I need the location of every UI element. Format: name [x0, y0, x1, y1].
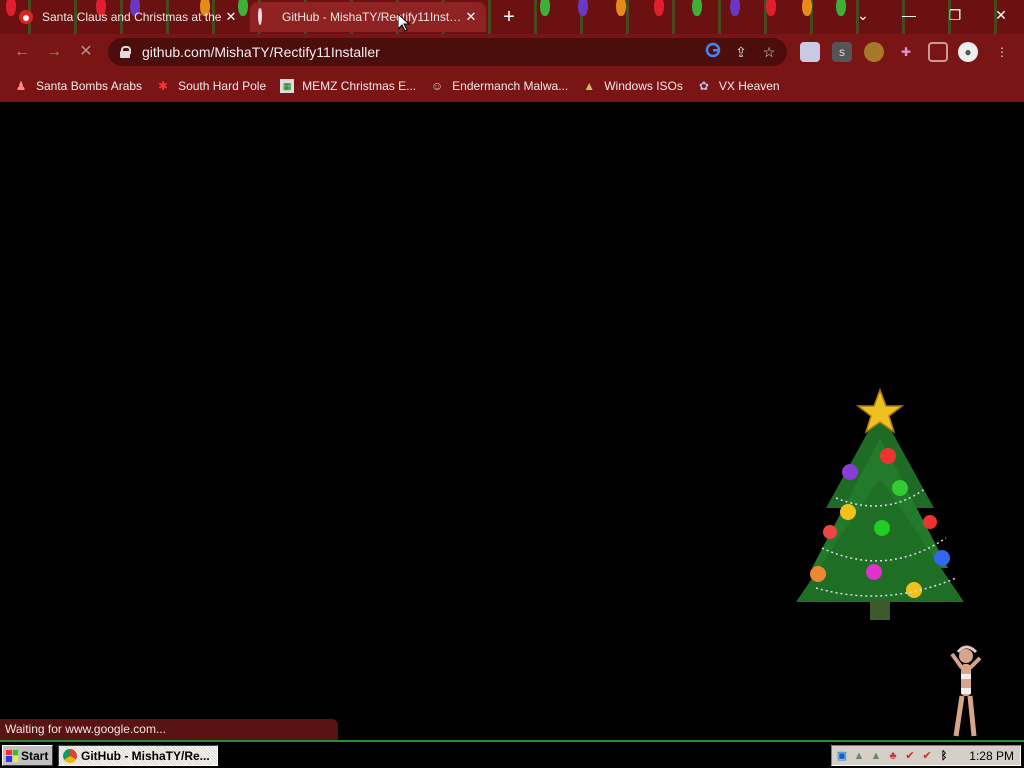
start-label: Start	[21, 748, 49, 763]
taskbar: Start GitHub - MishaTY/Re... ▣ ▲ ▲ ♣ ✔ ✔…	[0, 740, 1024, 768]
tab-github[interactable]: GitHub - MishaTY/Rectify11Installer ✕	[250, 2, 486, 32]
santa-favicon-icon	[18, 9, 34, 25]
bookmark-label: Santa Bombs Arabs	[36, 79, 143, 93]
tab-santa-claus[interactable]: Santa Claus and Christmas at the ✕	[10, 2, 246, 32]
url-text[interactable]: github.com/MishaTY/Rectify11Installer	[142, 44, 703, 60]
extension-s-icon[interactable]: s	[832, 42, 852, 62]
endermanch-icon: ☺	[431, 79, 444, 93]
windows-logo-icon	[6, 749, 18, 762]
loading-spinner-icon	[258, 7, 274, 25]
light-bulb-icon	[692, 0, 702, 16]
dancer-figure-icon	[950, 645, 982, 737]
bookmark-label: VX Heaven	[718, 79, 780, 93]
chrome-icon	[63, 748, 77, 763]
bookmark-star-icon[interactable]: ☆	[759, 42, 779, 62]
bookmark-windows-isos[interactable]: ▲ Windows ISOs	[582, 79, 683, 93]
taskbar-item-chrome[interactable]: GitHub - MishaTY/Re...	[58, 745, 218, 766]
volume-tray-icon[interactable]: ᛒ	[937, 749, 951, 763]
santa-tray-icon[interactable]: ♣	[886, 749, 900, 763]
bookmark-label: MEMZ Christmas E...	[302, 79, 417, 93]
start-button[interactable]: Start	[2, 745, 53, 766]
minimize-button[interactable]: —	[886, 0, 932, 30]
tree-tray-icon-2[interactable]: ▲	[869, 749, 883, 763]
close-window-button[interactable]: ✕	[978, 0, 1024, 30]
stop-loading-button[interactable]: ✕	[74, 40, 98, 64]
new-tab-button[interactable]: +	[498, 6, 520, 28]
lock-icon[interactable]	[120, 46, 131, 58]
puzzle-extensions-icon[interactable]: ✚	[896, 42, 916, 62]
taskbar-item-label: GitHub - MishaTY/Re...	[81, 748, 210, 763]
bookmark-label: South Hard Pole	[178, 79, 267, 93]
tab-title: GitHub - MishaTY/Rectify11Installer	[282, 10, 462, 24]
bookmark-memz[interactable]: ▦ MEMZ Christmas E...	[280, 79, 416, 93]
christmas-tree-icon	[796, 388, 964, 620]
check-tray-icon[interactable]: ✔	[903, 749, 917, 763]
browser-chrome: Santa Claus and Christmas at the ✕ GitHu…	[0, 0, 1024, 102]
address-bar[interactable]: github.com/MishaTY/Rectify11Installer ⇪ …	[108, 38, 787, 66]
back-button[interactable]: ←	[10, 40, 34, 64]
tree-icon: ▲	[583, 79, 596, 93]
share-icon[interactable]: ⇪	[731, 42, 751, 62]
google-icon[interactable]	[703, 42, 723, 62]
close-icon[interactable]: ✕	[222, 8, 240, 26]
restore-button[interactable]: ❐	[932, 0, 978, 30]
tree-tray-icon[interactable]: ▲	[852, 749, 866, 763]
light-bulb-icon	[540, 0, 550, 16]
bookmark-label: Windows ISOs	[604, 79, 683, 93]
santa-icon: ♟	[15, 79, 27, 93]
vx-icon: ✿	[698, 79, 709, 93]
light-bulb-icon	[802, 0, 812, 16]
light-bulb-icon	[654, 0, 664, 16]
bookmark-vx-heaven[interactable]: ✿ VX Heaven	[697, 79, 780, 93]
light-bulb-icon	[730, 0, 740, 16]
menu-kebab-icon[interactable]: ⋮	[992, 42, 1012, 62]
bookmark-santa-bombs-arabs[interactable]: ♟ Santa Bombs Arabs	[14, 79, 142, 93]
light-bulb-icon	[616, 0, 626, 16]
mouse-cursor-icon	[398, 14, 410, 32]
browser-toolbar: ← → ✕ github.com/MishaTY/Rectify11Instal…	[0, 34, 1024, 70]
light-bulb-icon	[578, 0, 588, 16]
side-panel-icon[interactable]	[928, 42, 948, 62]
forward-button[interactable]: →	[42, 40, 66, 64]
tab-title: Santa Claus and Christmas at the	[42, 10, 222, 24]
light-bulb-icon	[766, 0, 776, 16]
check-tray-icon-2[interactable]: ✔	[920, 749, 934, 763]
bookmark-label: Endermanch Malwa...	[452, 79, 569, 93]
bookmark-endermanch[interactable]: ☺ Endermanch Malwa...	[430, 79, 568, 93]
close-icon[interactable]: ✕	[462, 8, 480, 26]
memz-icon: ▦	[280, 79, 295, 93]
tab-strip: Santa Claus and Christmas at the ✕ GitHu…	[0, 0, 1024, 34]
system-tray: ▣ ▲ ▲ ♣ ✔ ✔ ᛒ 1:28 PM	[831, 745, 1021, 766]
bookmark-south-hard-pole[interactable]: ✱ South Hard Pole	[156, 79, 266, 93]
clock[interactable]: 1:28 PM	[969, 749, 1014, 763]
snowflake-icon: ✱	[158, 79, 169, 93]
extension-flag-icon[interactable]	[800, 42, 820, 62]
tab-search-chevron-icon[interactable]: ⌄	[840, 0, 886, 30]
network-icon[interactable]: ▣	[835, 749, 849, 763]
status-bubble: Waiting for www.google.com...	[0, 719, 338, 740]
profile-icon[interactable]: ●	[958, 42, 978, 62]
extension-avatar-icon[interactable]	[864, 42, 884, 62]
bookmarks-bar: ♟ Santa Bombs Arabs ✱ South Hard Pole ▦ …	[0, 70, 1024, 102]
